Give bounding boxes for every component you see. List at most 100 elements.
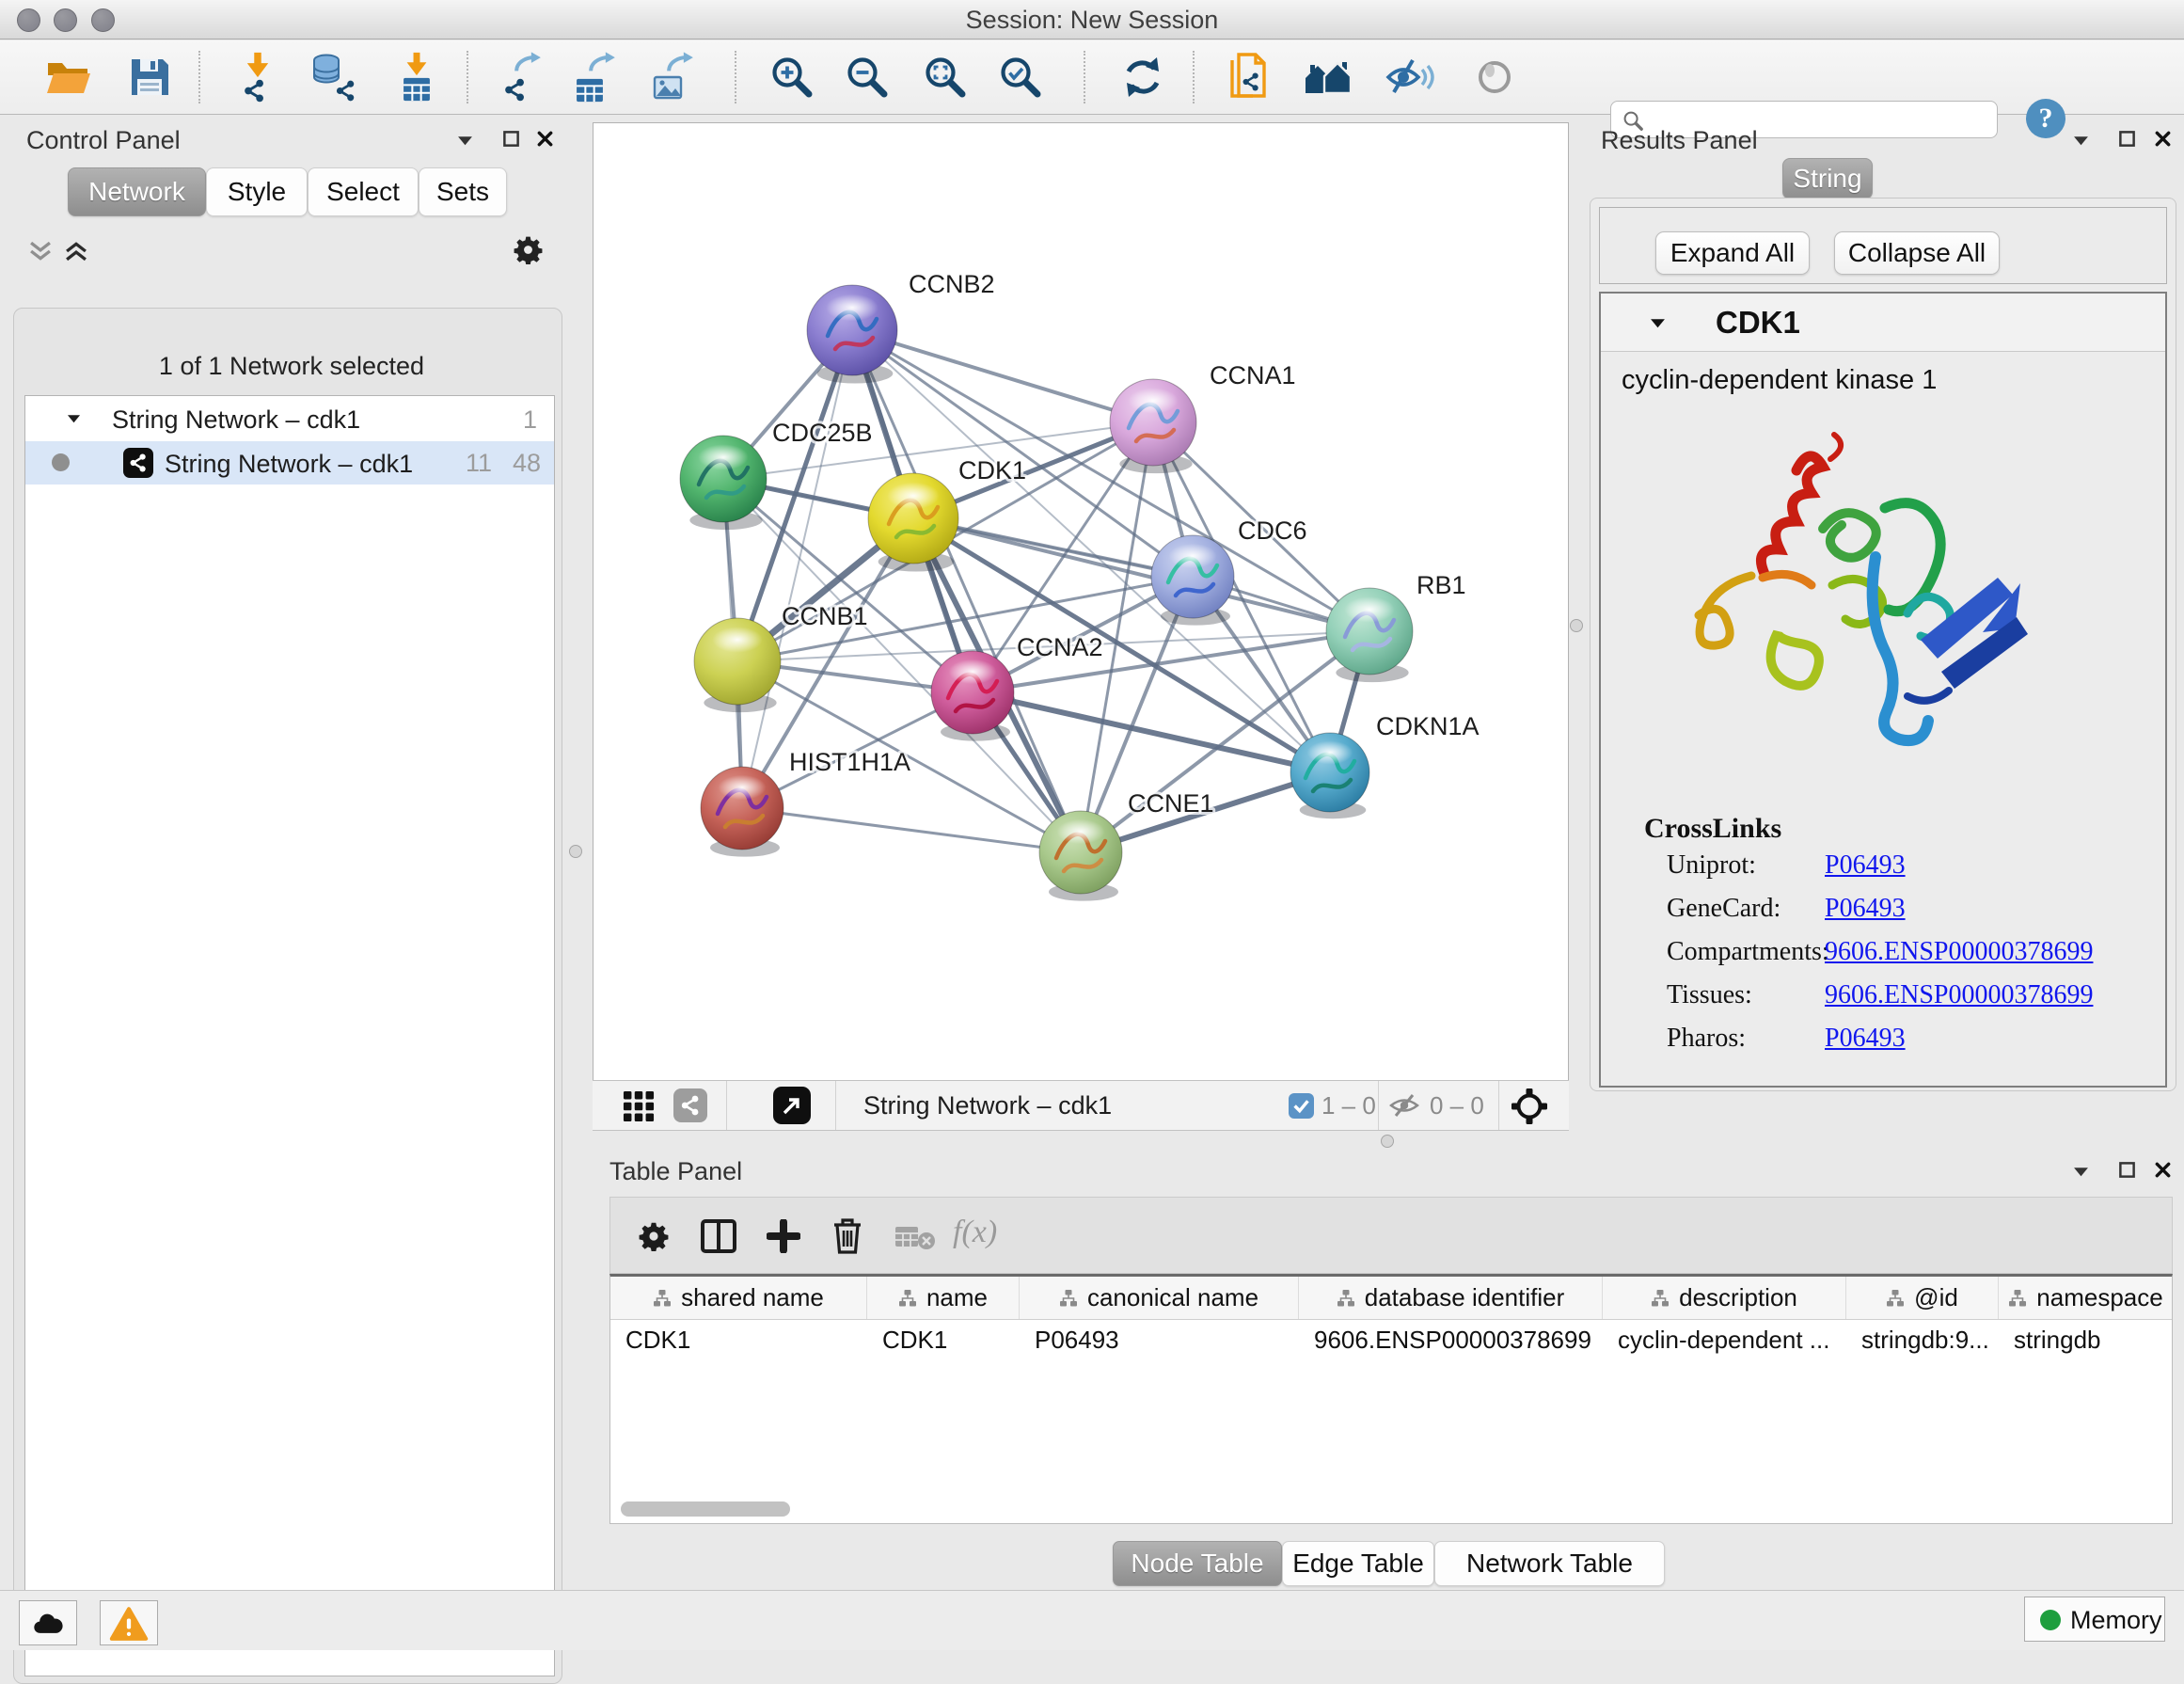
node-CDC6[interactable] — [1151, 535, 1234, 626]
node-table[interactable]: shared namenamecanonical namedatabase id… — [609, 1274, 2173, 1524]
edge-HIST1H1A-CCNE1[interactable] — [742, 808, 1081, 852]
collapse-all-networks-icon[interactable] — [28, 241, 53, 262]
panel-float-caret-icon[interactable] — [457, 135, 473, 146]
crosslink-link[interactable]: P06493 — [1825, 850, 1906, 881]
open-in-window-icon[interactable] — [773, 1087, 811, 1124]
table-options-gear-icon[interactable] — [639, 1221, 669, 1251]
node-CCNB1[interactable] — [694, 618, 781, 712]
column-header-description[interactable]: description — [1603, 1277, 1846, 1319]
network-canvas[interactable]: CCNB2CCNA1CDC25BCDK1CDC6RB1CCNB1CCNA2CDK… — [593, 122, 1569, 1080]
share-document-icon[interactable] — [1223, 51, 1275, 103]
string-badge-icon[interactable] — [673, 1088, 707, 1122]
zoom-in-icon[interactable] — [766, 51, 818, 103]
column-header-namespace[interactable]: namespace — [1999, 1277, 2173, 1319]
table-cell[interactable]: cyclin-dependent ... — [1603, 1320, 1846, 1359]
column-header-canonicalname[interactable]: canonical name — [1020, 1277, 1299, 1319]
string-home-icon[interactable] — [1302, 51, 1354, 103]
import-network-database-icon[interactable] — [306, 51, 358, 103]
warning-status-button[interactable] — [100, 1600, 158, 1645]
import-table-file-icon[interactable] — [390, 51, 443, 103]
panel-maximize-icon[interactable] — [2118, 130, 2136, 148]
refresh-icon[interactable] — [1116, 51, 1169, 103]
node-RB1[interactable] — [1326, 588, 1413, 682]
panel-close-icon[interactable] — [2154, 130, 2172, 148]
export-table-icon[interactable] — [573, 51, 625, 103]
collapse-all-button[interactable]: Collapse All — [1834, 231, 2000, 275]
node-CCNA2[interactable] — [931, 651, 1014, 741]
zoom-fit-icon[interactable] — [919, 51, 972, 103]
tab-sets[interactable]: Sets — [419, 167, 507, 216]
crosslink-link[interactable]: P06493 — [1825, 894, 1906, 924]
network-collection-row[interactable]: String Network – cdk1 1 — [25, 398, 554, 441]
horizontal-splitter-grip[interactable] — [1381, 1135, 1394, 1148]
gene-entry-header[interactable]: CDK1 — [1601, 294, 2165, 352]
panel-maximize-icon[interactable] — [2118, 1161, 2136, 1179]
tab-network-table[interactable]: Network Table — [1434, 1541, 1665, 1586]
column-header-id[interactable]: @id — [1846, 1277, 1999, 1319]
table-cell[interactable]: CDK1 — [867, 1320, 1020, 1359]
table-header-row: shared namenamecanonical namedatabase id… — [610, 1277, 2172, 1320]
import-network-file-icon[interactable] — [231, 51, 284, 103]
tab-string[interactable]: String — [1782, 158, 1873, 199]
crosslink-link[interactable]: P06493 — [1825, 1024, 1906, 1054]
column-header-name[interactable]: name — [867, 1277, 1020, 1319]
birdseye-icon[interactable] — [1468, 51, 1521, 103]
panel-float-caret-icon[interactable] — [2073, 135, 2089, 146]
node-HIST1H1A[interactable] — [701, 767, 783, 857]
panel-maximize-icon[interactable] — [502, 130, 520, 148]
table-row[interactable]: CDK1CDK1P064939606.ENSP00000378699cyclin… — [610, 1320, 2172, 1359]
column-header-sharedname[interactable]: shared name — [610, 1277, 867, 1319]
crosslink-label: Compartments: — [1667, 937, 1829, 966]
edge-CDC25B-CDC6[interactable] — [723, 479, 1193, 577]
zoom-out-icon[interactable] — [841, 51, 894, 103]
edge-CCNB2-CCNA1[interactable] — [852, 330, 1153, 422]
table-cell[interactable]: P06493 — [1020, 1320, 1299, 1359]
node-CCNA1[interactable] — [1110, 379, 1196, 473]
node-CDKN1A[interactable] — [1290, 733, 1369, 818]
network-row-selected[interactable]: String Network – cdk1 11 48 — [25, 441, 554, 485]
selected-nodes-checkbox[interactable] — [1289, 1093, 1314, 1119]
open-session-icon[interactable] — [41, 51, 94, 103]
panel-float-caret-icon[interactable] — [2073, 1167, 2089, 1177]
hide-graphics-eye-icon[interactable] — [1383, 51, 1435, 103]
node-CDC25B[interactable] — [680, 436, 767, 530]
node-label-CCNA1: CCNA1 — [1210, 361, 1296, 389]
tab-node-table[interactable]: Node Table — [1113, 1541, 1282, 1586]
network-edge-count: 48 — [513, 441, 541, 485]
export-image-icon[interactable] — [651, 51, 704, 103]
table-cell[interactable]: stringdb:9... — [1846, 1320, 1999, 1359]
crosslink-link[interactable]: 9606.ENSP00000378699 — [1825, 937, 2093, 967]
tab-edge-table[interactable]: Edge Table — [1282, 1541, 1434, 1586]
zoom-selected-icon[interactable] — [994, 51, 1047, 103]
column-header-databaseidentifier[interactable]: database identifier — [1299, 1277, 1603, 1319]
network-options-gear-icon[interactable] — [514, 235, 543, 264]
entry-collapse-caret-icon[interactable] — [1650, 318, 1666, 328]
node-CCNE1[interactable] — [1039, 811, 1122, 901]
tab-style[interactable]: Style — [206, 167, 308, 216]
cloud-status-button[interactable] — [19, 1600, 77, 1645]
table-cell[interactable]: stringdb — [1999, 1320, 2173, 1359]
add-column-icon[interactable] — [767, 1219, 800, 1253]
memory-button[interactable]: Memory — [2024, 1597, 2165, 1642]
panel-close-icon[interactable] — [536, 130, 554, 148]
fit-selected-target-icon[interactable] — [1511, 1088, 1548, 1125]
table-horizontal-scrollbar[interactable] — [621, 1501, 790, 1517]
save-session-icon[interactable] — [123, 51, 176, 103]
table-cell[interactable]: 9606.ENSP00000378699 — [1299, 1320, 1603, 1359]
collection-expand-caret-icon[interactable] — [67, 414, 81, 423]
expand-all-networks-icon[interactable] — [64, 241, 88, 262]
delete-column-icon[interactable] — [831, 1217, 864, 1255]
tab-select[interactable]: Select — [308, 167, 419, 216]
string-network-graph[interactable]: CCNB2CCNA1CDC25BCDK1CDC6RB1CCNB1CCNA2CDK… — [593, 123, 1568, 1079]
edge-CCNB2-HIST1H1A[interactable] — [742, 330, 852, 808]
export-network-icon[interactable] — [499, 51, 551, 103]
node-CDK1[interactable] — [868, 473, 958, 572]
tab-network[interactable]: Network — [68, 167, 206, 216]
left-splitter-grip[interactable] — [569, 845, 582, 858]
grid-layout-icon[interactable] — [623, 1090, 655, 1122]
panel-close-icon[interactable] — [2154, 1161, 2172, 1179]
expand-all-button[interactable]: Expand All — [1655, 231, 1810, 275]
table-cell[interactable]: CDK1 — [610, 1320, 867, 1359]
show-columns-icon[interactable] — [701, 1219, 736, 1253]
crosslink-link[interactable]: 9606.ENSP00000378699 — [1825, 980, 2093, 1010]
